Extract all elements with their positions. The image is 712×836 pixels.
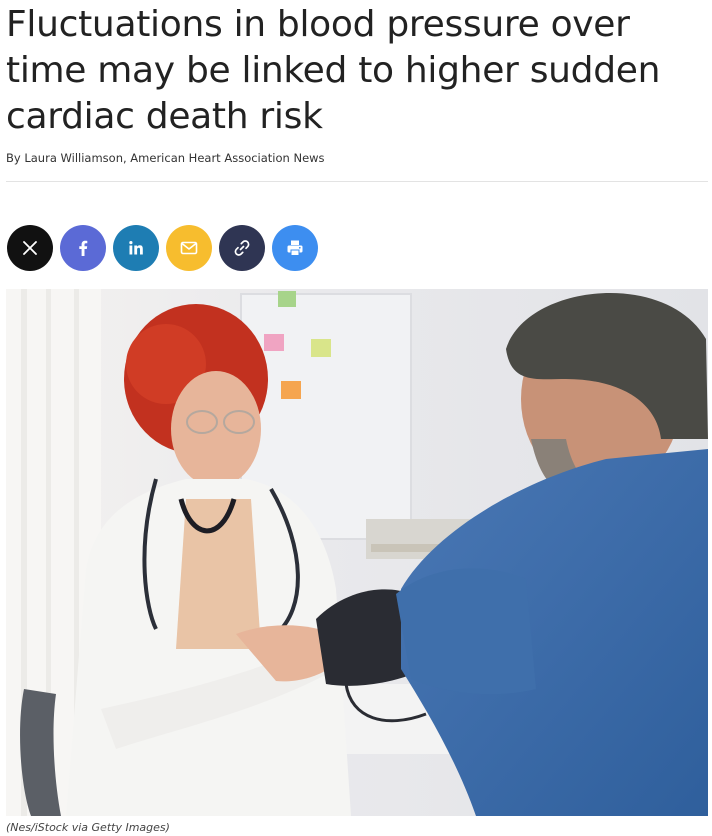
share-linkedin-button[interactable] <box>113 225 159 271</box>
image-caption: (Nes/iStock via Getty Images) <box>6 821 170 834</box>
byline-divider <box>6 181 708 182</box>
envelope-icon <box>180 241 198 255</box>
share-facebook-button[interactable] <box>60 225 106 271</box>
printer-icon <box>287 240 303 256</box>
article-headline: Fluctuations in blood pressure over time… <box>6 4 661 137</box>
article-byline: By Laura Williamson, American Heart Asso… <box>6 151 325 165</box>
share-copy-link-button[interactable] <box>219 225 265 271</box>
article-page: Fluctuations in blood pressure over time… <box>0 0 712 836</box>
linkedin-icon <box>129 241 143 255</box>
facebook-icon <box>79 240 88 256</box>
link-icon <box>234 240 250 256</box>
x-logo-icon <box>23 241 37 255</box>
share-x-button[interactable] <box>7 225 53 271</box>
article-photo <box>6 289 708 816</box>
share-print-button[interactable] <box>272 225 318 271</box>
share-email-button[interactable] <box>166 225 212 271</box>
doctor-patient-illustration <box>6 289 708 816</box>
share-bar <box>7 225 318 271</box>
